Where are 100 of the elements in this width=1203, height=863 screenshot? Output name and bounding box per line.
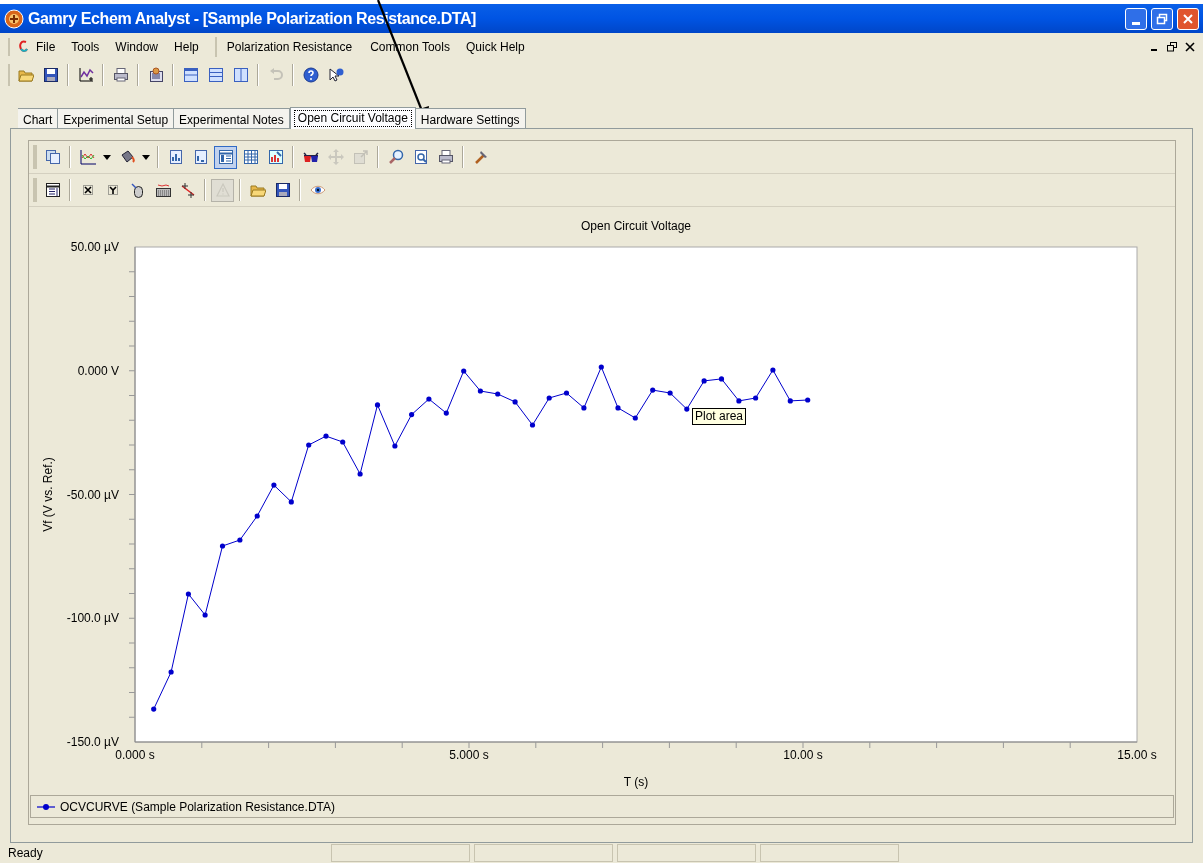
y-tick-label: -50.00 µV [66,487,119,502]
picture-icon [267,149,284,165]
vertical-panes-icon [232,67,249,83]
menu-item[interactable]: Polarization Resistance [226,37,353,56]
export-icon [352,149,369,165]
tab[interactable]: Open Circuit Voltage [289,107,416,129]
menu-item[interactable]: Tools [71,37,100,56]
crosshair-line-icon [179,182,196,198]
data-point [770,367,776,373]
data-point [632,415,638,421]
data-point [288,499,294,505]
tab[interactable]: Experimental Setup [58,108,175,128]
data-point [461,368,467,374]
data-point [340,439,346,445]
data-point [805,397,811,403]
data-point [753,395,759,401]
stacked-panes-icon [207,67,224,83]
menu-item[interactable]: Quick Help [465,37,525,56]
menu-item[interactable]: Help [174,37,199,56]
menu-item[interactable]: Window [115,37,159,56]
data-point [185,591,191,597]
table-window-icon [44,182,61,198]
print-icon [437,149,454,165]
data-point [529,422,536,428]
restore-button[interactable] [1151,7,1173,30]
data-point [546,395,552,401]
folder-icon [17,67,34,83]
data-point [718,376,725,382]
data-point [615,405,621,411]
y-axis-title: Vf (V vs. Ref.) [41,457,55,532]
save-icon [42,67,59,83]
data-point [254,513,260,519]
help-icon [302,67,319,83]
line-chart-icon [79,149,96,165]
menu-item[interactable]: File [36,37,56,56]
y-tick-label: 50.00 µV [70,240,119,254]
chart-title: Open Circuit Voltage [580,219,692,233]
y-tick-label: 0.000 V [77,363,119,378]
grid-icon [242,149,259,165]
status-text: Ready [7,845,44,862]
document-chart-icon [167,149,184,165]
data-point [392,443,398,449]
data-point [667,390,673,396]
move-arrows-icon [327,149,344,165]
close-icon [1182,12,1194,25]
data-point [512,399,518,405]
y-tick-label: -150.0 µV [66,735,119,749]
data-point [581,405,587,411]
data-point [477,388,483,394]
copy-icon [44,149,61,165]
data-point [151,706,157,712]
document-icon [192,149,209,165]
restore-icon [1156,12,1168,25]
x-tick-label: 0.000 s [115,748,155,762]
data-point [443,410,449,416]
data-point [736,398,742,404]
data-point [684,406,690,412]
close-button[interactable] [1177,7,1199,30]
clipboard-icon [147,67,164,83]
x-tick-label: 5.000 s [449,748,489,762]
print-icon [112,67,129,83]
horizontal-panes-icon [182,67,199,83]
data-point [306,442,312,448]
data-point [426,396,432,402]
mouse-icon [129,182,146,198]
keyboard-icon [154,182,171,198]
data-point [323,433,329,439]
data-point [563,390,570,396]
data-point [271,482,277,488]
list-view-button[interactable] [214,145,237,169]
data-point [787,398,793,404]
data-point [701,378,707,384]
legend-label: OCVCURVE (Sample Polarization Resistance.DTA) [60,798,335,816]
tooltip: Plot area [692,408,747,425]
minimize-button[interactable] [1125,7,1147,30]
search-icon [387,149,404,165]
tab[interactable]: Experimental Notes [174,108,290,128]
x-tick-label: 15.00 s [1117,748,1157,762]
folder-icon [249,182,266,198]
save-icon [274,182,291,198]
app-logo-icon [4,8,24,29]
tab[interactable]: Hardware Settings [415,108,526,128]
glasses-icon [302,149,319,165]
data-point [650,387,656,393]
data-point [495,391,501,397]
restore-icon[interactable] [1167,41,1177,52]
x-tick-label: 10.00 s [783,748,823,762]
y-tick-label: -100.0 µV [66,611,119,626]
x-axis-title: T (s) [623,775,649,789]
data-point [374,402,381,408]
tab[interactable]: Chart [18,108,59,128]
data-point [237,537,243,543]
close-icon[interactable] [1185,41,1195,52]
data-point [409,412,415,418]
app-menu-icon[interactable] [18,39,28,54]
data-point [168,669,174,675]
data-point [357,471,363,477]
chart-icon [77,67,94,83]
data-point [598,364,604,370]
data-point [219,543,226,549]
